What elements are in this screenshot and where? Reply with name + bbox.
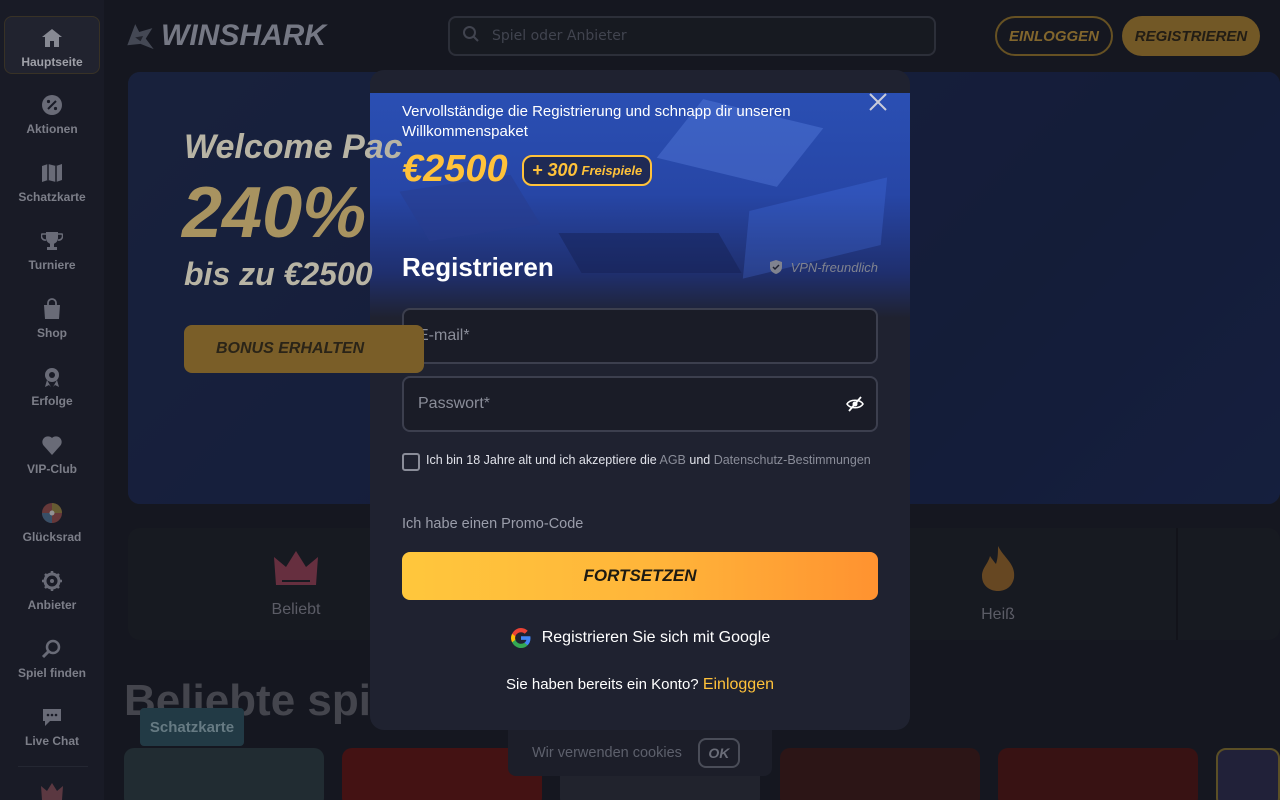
- registration-modal: Vervollständige die Registrierung und sc…: [370, 70, 910, 730]
- agb-link[interactable]: AGB: [659, 453, 685, 467]
- google-signup-button[interactable]: Registrieren Sie sich mit Google: [402, 624, 878, 652]
- consent-prefix: Ich bin 18 Jahre alt und ich akzeptiere …: [426, 453, 660, 467]
- continue-button[interactable]: FORTSETZEN: [402, 552, 878, 600]
- email-input[interactable]: [418, 327, 838, 345]
- google-label: Registrieren Sie sich mit Google: [541, 629, 771, 646]
- promo-code-link[interactable]: Ich habe einen Promo-Code: [402, 516, 583, 532]
- shield-icon: [769, 260, 782, 274]
- hero-text: Vervollständige die Registrierung und sc…: [402, 103, 791, 140]
- have-account-row: Sie haben bereits ein Konto? Einloggen: [370, 676, 910, 694]
- eye-off-icon[interactable]: [846, 396, 864, 416]
- cookie-text: Wir verwenden cookies: [532, 745, 682, 761]
- email-field[interactable]: [402, 308, 878, 364]
- google-icon: [510, 628, 531, 648]
- login-link[interactable]: Einloggen: [703, 676, 774, 693]
- consent-text: Ich bin 18 Jahre alt und ich akzeptiere …: [426, 452, 871, 471]
- consent-row: Ich bin 18 Jahre alt und ich akzeptiere …: [402, 452, 878, 471]
- privacy-link[interactable]: Datenschutz-Bestimmungen: [714, 453, 871, 467]
- hero-amount: €2500: [402, 148, 508, 190]
- bonus-button[interactable]: BONUS ERHALTEN: [184, 325, 424, 373]
- password-field[interactable]: [402, 376, 878, 432]
- vpn-badge: VPN-freundlich: [769, 259, 878, 275]
- consent-and: und: [685, 453, 714, 467]
- freispiele-badge: + 300 Freispiele: [522, 155, 653, 186]
- cookie-banner: Wir verwenden cookies OK: [508, 730, 772, 776]
- age-consent-checkbox[interactable]: [402, 453, 420, 471]
- banner-title: Welcome Pac: [184, 128, 403, 166]
- badge-word: Freispiele: [581, 163, 643, 178]
- banner-subtitle: bis zu €2500: [184, 256, 373, 292]
- modal-title: Registrieren: [402, 252, 554, 282]
- cookie-ok-button[interactable]: OK: [697, 738, 740, 768]
- badge-number: + 300: [532, 160, 578, 180]
- password-input[interactable]: [418, 395, 838, 413]
- account-prompt: Sie haben bereits ein Konto?: [506, 676, 703, 693]
- close-icon[interactable]: [868, 92, 888, 112]
- vpn-label: VPN-freundlich: [790, 259, 878, 275]
- banner-percent: 240%: [182, 173, 367, 253]
